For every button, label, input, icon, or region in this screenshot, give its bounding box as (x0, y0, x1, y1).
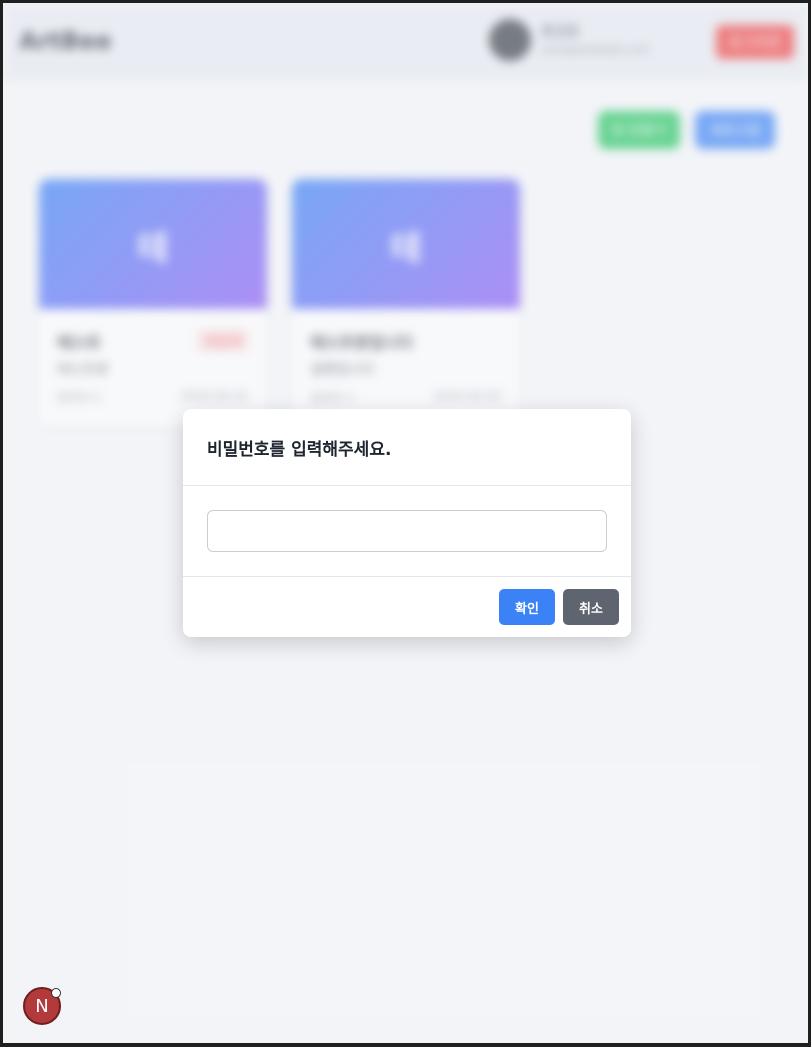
confirm-button[interactable]: 확인 (499, 589, 555, 625)
password-input[interactable] (207, 510, 607, 552)
dev-indicator-dot (51, 988, 61, 998)
password-modal: 비밀번호를 입력해주세요. 확인 취소 (183, 409, 631, 637)
modal-title: 비밀번호를 입력해주세요. (207, 440, 392, 460)
modal-divider (183, 576, 631, 577)
cancel-button[interactable]: 취소 (563, 589, 619, 625)
app-window: ArtBee 홍길동 user@example.com 로그아웃 방 만들기 새… (3, 3, 808, 1043)
modal-divider (183, 485, 631, 486)
